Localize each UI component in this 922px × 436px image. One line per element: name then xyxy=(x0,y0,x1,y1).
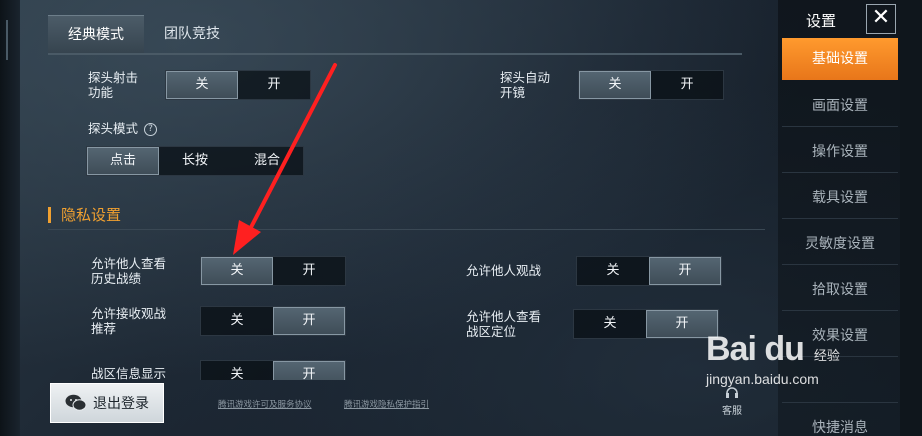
service-label: 客服 xyxy=(722,406,742,417)
region-label: 允许他人查看 战区定位 xyxy=(466,309,542,339)
customer-service-button[interactable]: 客服 xyxy=(712,384,752,417)
annotation-arrow xyxy=(233,63,337,255)
spectate-push-label: 允许接收观战 推荐 xyxy=(91,306,167,336)
peek-mode-row: 探头模式? xyxy=(88,121,158,136)
help-icon[interactable]: ? xyxy=(144,123,158,136)
privacy-divider xyxy=(48,229,765,230)
logout-label: 退出登录 xyxy=(93,396,149,412)
sidebar-item-basic[interactable]: 基础设置 xyxy=(782,38,898,80)
settings-sidebar: 设置 ✕ 基础设置 画面设置 操作设置 载具设置 灵敏度设置 拾取设置 效果设置… xyxy=(778,0,900,436)
sidebar-header: 设置 ✕ xyxy=(778,0,900,36)
privacy-section-title: 隐私设置 xyxy=(48,207,121,223)
sidebar-item-quick-message[interactable]: 快捷消息 xyxy=(782,407,898,436)
spectate-on[interactable]: 开 xyxy=(649,257,721,285)
tab-team-deathmatch[interactable]: 团队竞技 xyxy=(144,15,240,53)
settings-panel: 探头射击 功能 关 开 探头自动 开镜 关 开 探头模式? 点击 长按 混合 隐… xyxy=(20,55,765,380)
spectate-push-off[interactable]: 关 xyxy=(201,307,273,335)
right-edge-strip xyxy=(900,0,922,436)
spectate-off[interactable]: 关 xyxy=(577,257,649,285)
service-agreement-link[interactable]: 腾讯游戏许可及服务协议 xyxy=(218,398,312,410)
sidebar-title: 设置 xyxy=(806,12,837,30)
mode-tabs: 经典模式 团队竞技 xyxy=(48,15,240,53)
peek-mode-tap[interactable]: 点击 xyxy=(87,147,159,175)
peek-shoot-label: 探头射击 功能 xyxy=(88,70,139,100)
headset-icon xyxy=(726,387,738,398)
region-info-on[interactable]: 开 xyxy=(273,361,345,380)
sidebar-item-effects[interactable]: 效果设置 xyxy=(782,315,898,357)
history-label: 允许他人查看 历史战绩 xyxy=(91,256,167,286)
wechat-icon xyxy=(65,394,87,411)
spectate-label: 允许他人观战 xyxy=(466,263,542,278)
sidebar-item-pickup[interactable]: 拾取设置 xyxy=(782,269,898,311)
tab-classic-mode[interactable]: 经典模式 xyxy=(48,15,144,53)
privacy-policy-link[interactable]: 腾讯游戏隐私保护指引 xyxy=(344,398,429,410)
peek-auto-scope-on[interactable]: 开 xyxy=(651,71,723,99)
left-edge-decoration xyxy=(0,0,20,436)
sidebar-item-sensitivity[interactable]: 灵敏度设置 xyxy=(782,223,898,265)
logout-button[interactable]: 退出登录 xyxy=(50,383,164,423)
sidebar-item-controls[interactable]: 操作设置 xyxy=(782,131,898,173)
history-toggle: 关 开 xyxy=(200,256,346,286)
spectate-push-on[interactable]: 开 xyxy=(273,307,345,335)
sidebar-item-hidden[interactable] xyxy=(782,361,898,403)
region-info-toggle: 关 开 xyxy=(200,360,346,380)
peek-auto-scope-toggle: 关 开 xyxy=(578,70,724,100)
close-icon: ✕ xyxy=(871,5,891,30)
close-button[interactable]: ✕ xyxy=(866,4,896,34)
sidebar-item-graphics[interactable]: 画面设置 xyxy=(782,85,898,127)
region-toggle: 关 开 xyxy=(573,309,719,339)
history-off[interactable]: 关 xyxy=(201,257,273,285)
spectate-toggle: 关 开 xyxy=(576,256,722,286)
sidebar-item-vehicle[interactable]: 载具设置 xyxy=(782,177,898,219)
history-on[interactable]: 开 xyxy=(273,257,345,285)
region-info-off[interactable]: 关 xyxy=(201,361,273,380)
spectate-push-toggle: 关 开 xyxy=(200,306,346,336)
region-off[interactable]: 关 xyxy=(574,310,646,338)
peek-mode-label: 探头模式 xyxy=(88,121,139,136)
peek-auto-scope-label: 探头自动 开镜 xyxy=(500,70,551,100)
peek-mode-hold[interactable]: 长按 xyxy=(159,147,231,175)
region-info-label: 战区信息显示 xyxy=(91,366,167,380)
peek-auto-scope-off[interactable]: 关 xyxy=(579,71,651,99)
region-on[interactable]: 开 xyxy=(646,310,718,338)
